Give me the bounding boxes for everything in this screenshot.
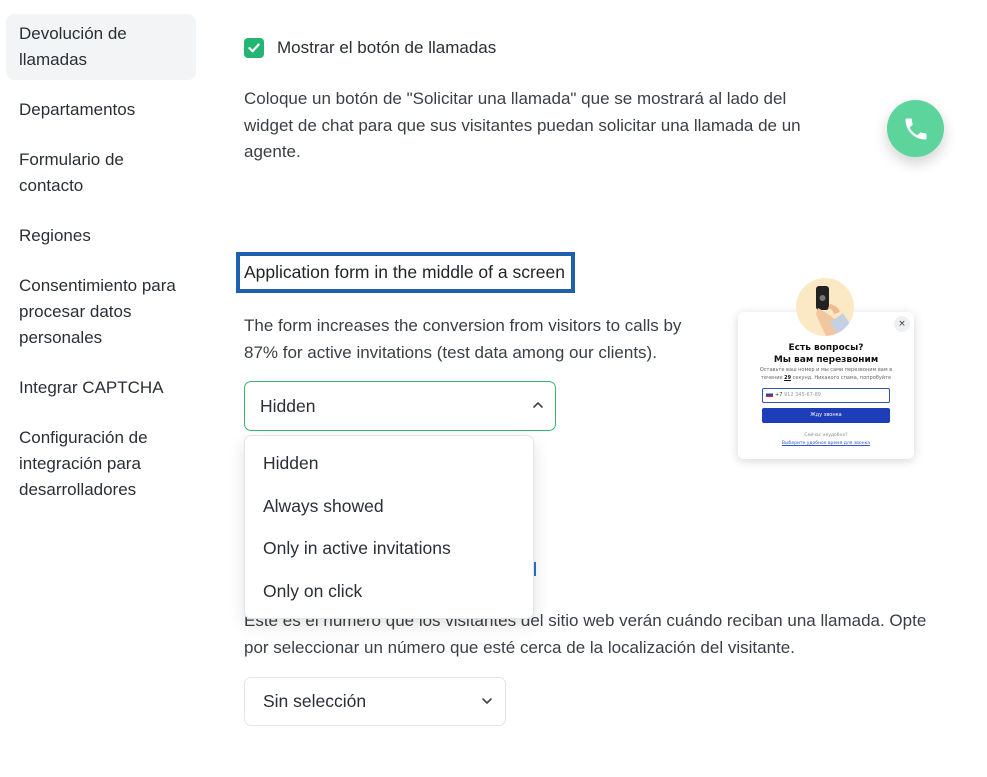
show-call-button-label[interactable]: Mostrar el botón de llamadas	[277, 38, 496, 58]
preview-submit-button: Жду звонка	[762, 408, 890, 423]
sidebar-item-developer-integration[interactable]: Configuración de integración para desarr…	[6, 418, 196, 510]
sidebar-item-departments[interactable]: Departamentos	[6, 90, 196, 130]
preview-subtitle-post: секунд. Никакого спама, попробуйте	[791, 375, 892, 381]
preview-footer-text: Сейчас неудобно?	[804, 433, 848, 438]
application-form-preview: × Есть вопросы? Мы вам перезвоним Оставь…	[738, 278, 914, 459]
call-button-preview[interactable]	[887, 100, 944, 157]
settings-sidebar: Devolución de llamadas Departamentos For…	[6, 14, 196, 520]
flag-icon	[766, 392, 773, 397]
check-icon	[248, 43, 260, 53]
dropdown-option-active-invitations[interactable]: Only in active invitations	[245, 527, 533, 570]
preview-title-line2: Мы вам перезвоним	[773, 355, 879, 365]
application-form-select-value: Hidden	[260, 395, 316, 416]
application-form-dropdown: Hidden Always showed Only in active invi…	[244, 435, 534, 619]
dropdown-option-hidden[interactable]: Hidden	[245, 442, 533, 485]
sidebar-item-regions[interactable]: Regiones	[6, 216, 196, 256]
application-form-description: The form increases the conversion from v…	[244, 316, 682, 362]
application-form-title: Application form in the middle of a scre…	[236, 252, 575, 293]
call-button-description: Coloque un botón de "Solicitar una llama…	[244, 89, 801, 161]
hand-phone-illustration	[796, 278, 854, 336]
chevron-down-icon	[482, 698, 492, 704]
sidebar-item-callback[interactable]: Devolución de llamadas	[6, 14, 196, 80]
sidebar-item-contact-form[interactable]: Formulario de contacto	[6, 140, 196, 206]
dropdown-option-on-click[interactable]: Only on click	[245, 570, 533, 613]
sidebar-item-captcha[interactable]: Integrar CAPTCHA	[6, 368, 196, 408]
show-call-button-checkbox[interactable]	[244, 38, 264, 58]
dropdown-option-always-showed[interactable]: Always showed	[245, 485, 533, 528]
preview-subtitle: Оставьте ваш номер и мы сами перезвоним …	[758, 366, 894, 382]
application-form-select[interactable]: Hidden	[244, 381, 556, 431]
show-call-button-row: Mostrar el botón de llamadas	[244, 38, 496, 58]
phone-number-select[interactable]: Sin selección	[244, 677, 506, 726]
sidebar-item-data-consent[interactable]: Consentimiento para procesar datos perso…	[6, 266, 196, 358]
preview-title-line1: Есть вопросы?	[788, 343, 864, 353]
chevron-up-icon	[533, 402, 543, 408]
preview-footer-link: Выберите удобное время для звонка	[781, 441, 871, 446]
preview-title: Есть вопросы? Мы вам перезвоним	[738, 342, 914, 366]
preview-phone-prefix: +7	[775, 392, 783, 398]
preview-phone-placeholder: 912 345-67-89	[783, 392, 821, 398]
preview-phone-input: +7 912 345-67-89	[762, 388, 890, 403]
preview-close-icon: ×	[894, 316, 910, 332]
phone-icon	[905, 118, 926, 139]
phone-number-select-value: Sin selección	[263, 691, 367, 711]
